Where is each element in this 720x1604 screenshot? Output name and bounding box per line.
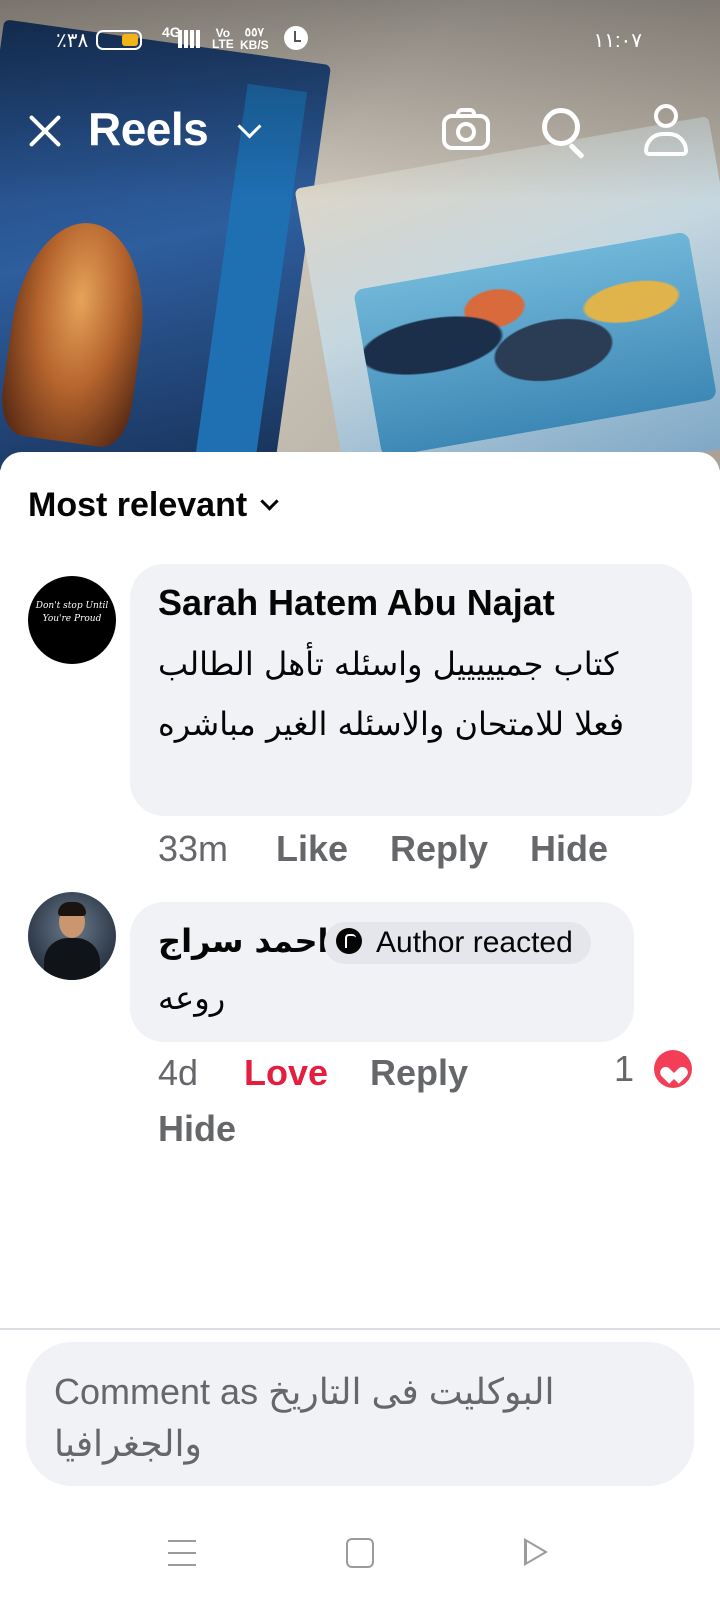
comment-author[interactable]: Sarah Hatem Abu Najat xyxy=(158,582,555,624)
clock: ١١:٠٧ xyxy=(593,30,642,52)
system-nav-bar xyxy=(0,1504,720,1604)
sort-label: Most relevant xyxy=(28,486,248,524)
comment-input[interactable]: Comment as البوكليت فى التاريخ والجغرافي… xyxy=(26,1342,694,1486)
chevron-down-icon xyxy=(260,492,279,511)
avatar[interactable]: Don't stop Until You're Proud xyxy=(28,576,116,664)
search-icon[interactable] xyxy=(536,102,592,160)
author-reacted-badge: Author reacted xyxy=(324,922,591,964)
love-button[interactable]: Love xyxy=(244,1052,328,1094)
thumbs-up-icon xyxy=(336,928,362,955)
reels-header: Reels xyxy=(0,96,720,166)
alarm-icon xyxy=(284,26,308,50)
recent-apps-icon[interactable] xyxy=(168,1540,196,1566)
hide-button[interactable]: Hide xyxy=(530,828,608,870)
comment-author[interactable]: احمد سراج xyxy=(158,922,329,960)
avatar-text: Don't stop Until You're Proud xyxy=(35,601,109,624)
home-icon[interactable] xyxy=(346,1538,374,1568)
like-button[interactable]: Like xyxy=(276,828,348,870)
profile-icon[interactable] xyxy=(638,102,694,158)
reels-title[interactable]: Reels xyxy=(88,102,209,156)
comment-placeholder: Comment as البوكليت فى التاريخ والجغرافي… xyxy=(54,1371,555,1464)
reply-button[interactable]: Reply xyxy=(390,828,488,870)
comment-text: كتاب جميييييل واسئله تأهل الطالب فعلا لل… xyxy=(158,645,625,743)
badge-label: Author reacted xyxy=(376,926,573,959)
signal-icon xyxy=(178,30,200,48)
heart-icon[interactable] xyxy=(654,1050,692,1088)
divider xyxy=(0,1328,720,1330)
chevron-down-icon[interactable] xyxy=(237,114,262,139)
back-icon[interactable] xyxy=(524,1538,548,1566)
reaction-count[interactable]: 1 xyxy=(614,1048,634,1090)
comment-time: 33m xyxy=(158,828,229,869)
comment-text: روعه xyxy=(158,979,226,1017)
close-icon[interactable] xyxy=(22,108,68,154)
reel-video-background[interactable] xyxy=(0,0,720,470)
comment-bubble[interactable]: احمد سراج Author reacted روعه xyxy=(130,902,634,1042)
comment-time: 4d xyxy=(158,1052,199,1093)
reply-button[interactable]: Reply xyxy=(370,1052,468,1094)
volte-indicator: Vo LTE xyxy=(212,26,234,51)
battery-percent: ٪٣٨ xyxy=(56,30,89,52)
comment-bubble[interactable]: Sarah Hatem Abu Najat كتاب جميييييل واسئ… xyxy=(130,564,692,816)
battery-icon xyxy=(96,30,142,50)
camera-icon[interactable] xyxy=(438,102,494,158)
sort-dropdown[interactable]: Most relevant xyxy=(28,486,279,525)
comments-sheet: Most relevant Don't stop Until You're Pr… xyxy=(0,452,720,1504)
network-speed: ٥٥٧ KB/S xyxy=(240,25,269,52)
hide-button[interactable]: Hide xyxy=(158,1108,236,1150)
status-bar: ٪٣٨ 4G Vo LTE ٥٥٧ KB/S ١١:٠٧ xyxy=(0,22,720,60)
avatar[interactable] xyxy=(28,892,116,980)
